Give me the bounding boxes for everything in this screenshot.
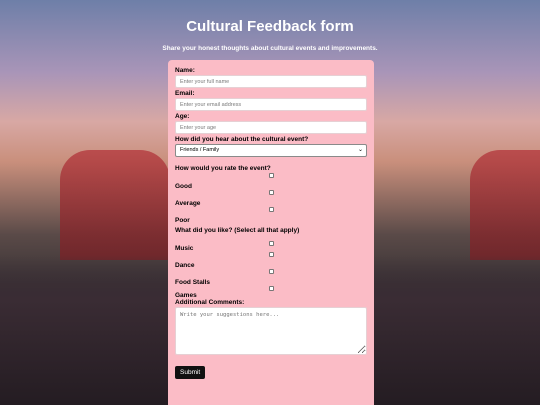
rating-poor-checkbox[interactable] <box>269 207 274 212</box>
rating-good-label: Good <box>175 183 192 190</box>
source-select[interactable]: Friends / Family ⌄ <box>175 144 367 157</box>
page-title: Cultural Feedback form <box>186 18 354 35</box>
feedback-form: Name: Email: Age: How did you hear about… <box>168 60 374 405</box>
like-option-music: Music <box>175 235 367 252</box>
likes-label: What did you like? (Select all that appl… <box>175 227 300 234</box>
like-dance-checkbox[interactable] <box>269 252 274 257</box>
rating-label: How would you rate the event? <box>175 165 271 172</box>
email-label: Email: <box>175 90 195 97</box>
like-dance-label: Dance <box>175 262 195 269</box>
stage-decoration-right <box>470 150 540 260</box>
name-input[interactable] <box>175 75 367 88</box>
source-select-value: Friends / Family <box>180 147 220 153</box>
stage-decoration <box>60 150 170 260</box>
age-label: Age: <box>175 113 190 120</box>
like-music-label: Music <box>175 245 194 252</box>
like-games-checkbox[interactable] <box>269 286 274 291</box>
email-input[interactable] <box>175 98 367 111</box>
rating-good-checkbox[interactable] <box>269 173 274 178</box>
rating-option-poor: Poor <box>175 207 367 224</box>
like-option-dance: Dance <box>175 252 367 269</box>
like-music-checkbox[interactable] <box>269 241 274 246</box>
like-food-stalls-label: Food Stalls <box>175 279 211 286</box>
comments-label: Additional Comments: <box>175 299 245 306</box>
rating-poor-label: Poor <box>175 217 190 224</box>
source-label: How did you hear about the cultural even… <box>175 136 309 143</box>
rating-option-good: Good <box>175 173 367 190</box>
like-option-games: Games <box>175 286 367 299</box>
like-food-stalls-checkbox[interactable] <box>269 269 274 274</box>
submit-button[interactable]: Submit <box>175 366 206 379</box>
page-subtitle: Share your honest thoughts about cultura… <box>162 45 378 52</box>
rating-average-label: Average <box>175 200 201 207</box>
like-option-food-stalls: Food Stalls <box>175 269 367 286</box>
age-input[interactable] <box>175 121 367 134</box>
like-games-label: Games <box>175 292 197 299</box>
rating-option-average: Average <box>175 190 367 207</box>
name-label: Name: <box>175 67 195 74</box>
comments-textarea[interactable] <box>175 307 367 355</box>
chevron-down-icon: ⌄ <box>357 147 363 153</box>
rating-average-checkbox[interactable] <box>269 190 274 195</box>
